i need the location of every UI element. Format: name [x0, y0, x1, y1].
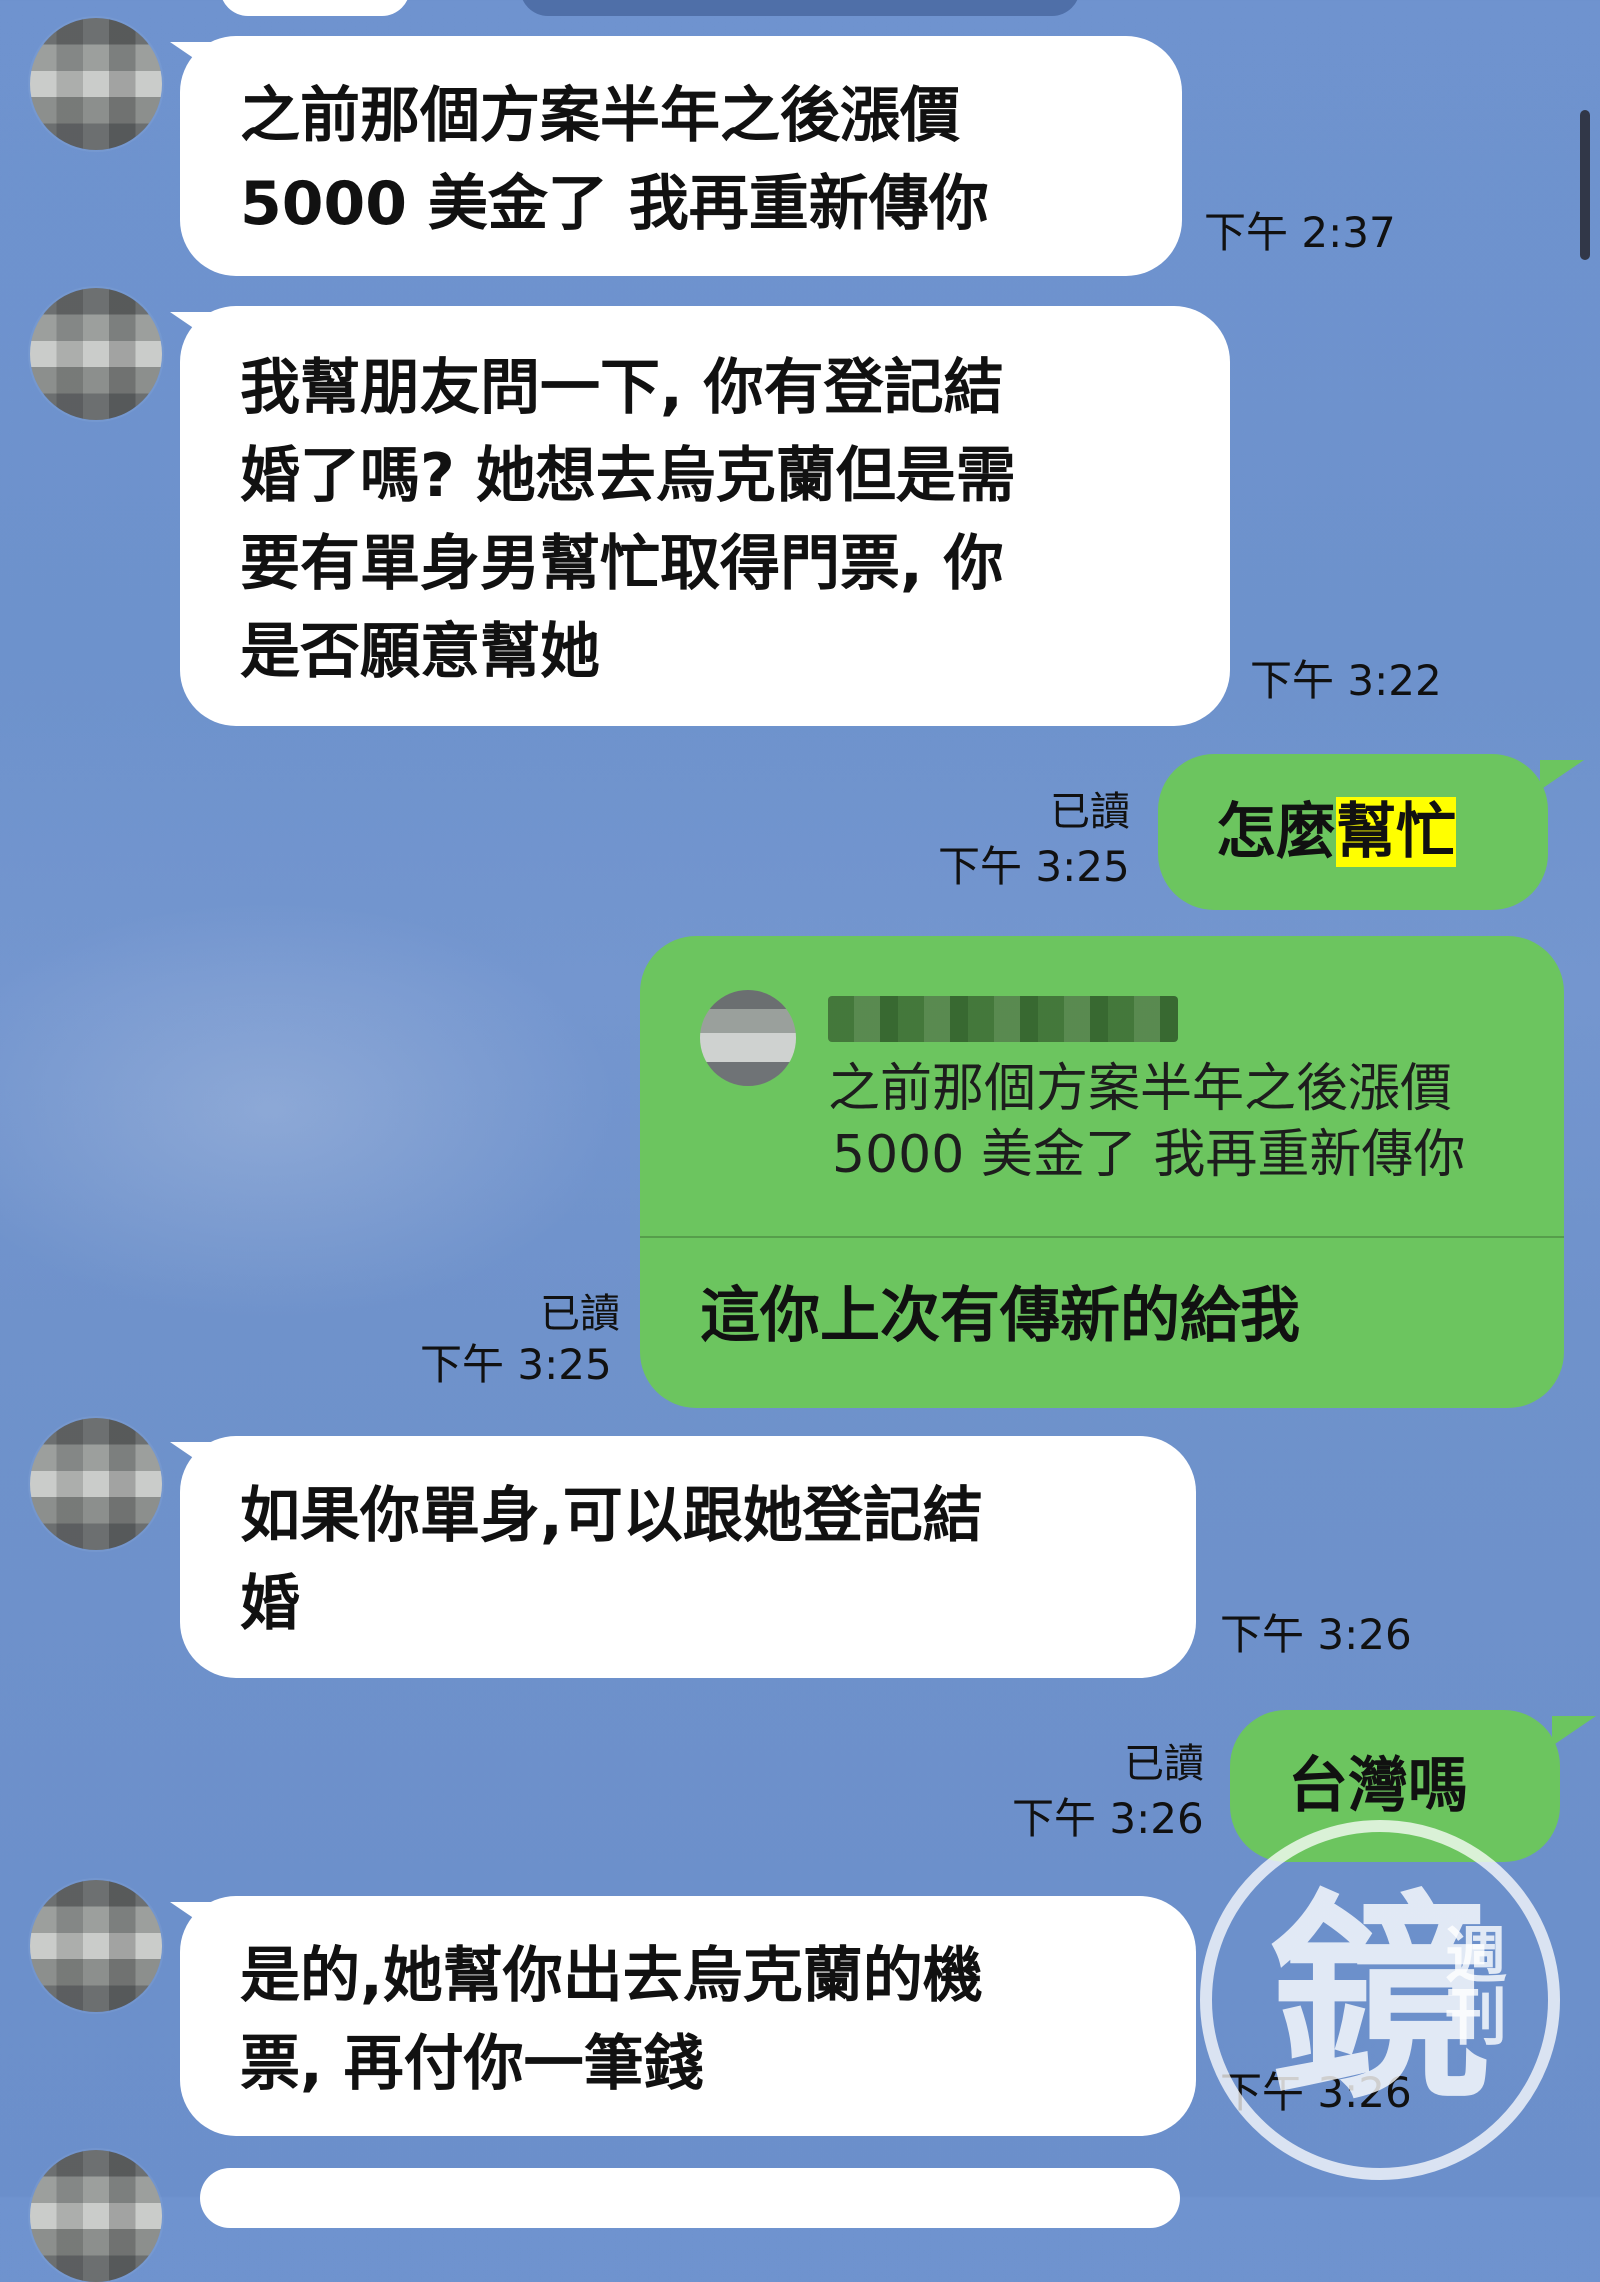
sender-avatar[interactable] [30, 288, 162, 420]
sender-avatar[interactable] [30, 2150, 162, 2282]
sender-avatar[interactable] [30, 1880, 162, 2012]
outgoing-message-bubble[interactable]: 怎麼幫忙 [1158, 754, 1548, 910]
sender-avatar[interactable] [30, 1418, 162, 1550]
message-timestamp: 下午 2:37 [1204, 208, 1396, 257]
message-timestamp: 下午 3:25 [420, 1340, 612, 1389]
read-receipt: 已讀 [540, 1291, 620, 1337]
message-line: 要有單身男幫忙取得門票, 你 [240, 529, 1004, 599]
quoted-message-line: 5000 美金了 我再重新傳你 [832, 1125, 1466, 1185]
message-line: 如果你單身,可以跟她登記結 [240, 1481, 983, 1551]
message-line: 之前那個方案半年之後漲價 [240, 81, 960, 151]
partial-outgoing-bubble [520, 0, 1080, 16]
message-text: 這你上次有傳新的給我 [700, 1281, 1300, 1351]
read-receipt: 已讀 [1050, 789, 1130, 835]
message-line: 我幫朋友問一下, 你有登記結 [240, 353, 1004, 423]
message-timestamp: 下午 3:26 [1012, 1794, 1204, 1843]
quote-divider [640, 1236, 1564, 1238]
message-line: 是的,她幫你出去烏克蘭的機 [240, 1941, 983, 2011]
background-cloud [0, 900, 620, 1320]
quoted-message-line: 之前那個方案半年之後漲價 [828, 1059, 1453, 1119]
incoming-message-bubble[interactable]: 是的,她幫你出去烏克蘭的機 票, 再付你一筆錢 [180, 1896, 1196, 2136]
bubble-tail [1552, 1716, 1596, 1746]
bubble-tail [1540, 760, 1584, 790]
watermark-side-text: 週刊 [1434, 1922, 1507, 2046]
outgoing-reply-bubble[interactable]: 之前那個方案半年之後漲價 5000 美金了 我再重新傳你 這你上次有傳新的給我 [640, 936, 1564, 1408]
incoming-message-bubble[interactable]: 之前那個方案半年之後漲價 5000 美金了 我再重新傳你 [180, 36, 1182, 276]
message-line: 婚 [240, 1569, 300, 1639]
message-line: 5000 美金了 我再重新傳你 [240, 169, 989, 239]
message-line: 婚了嗎? 她想去烏克蘭但是需 [240, 441, 1016, 511]
partial-incoming-bubble [200, 2168, 1180, 2228]
message-timestamp: 下午 3:26 [1220, 1610, 1412, 1659]
scrollbar[interactable] [1580, 110, 1590, 260]
message-timestamp: 下午 3:22 [1250, 656, 1442, 705]
partial-incoming-bubble [220, 0, 410, 16]
message-text: 台灣嗎 [1288, 1751, 1468, 1821]
magazine-watermark-logo: 鏡 週刊 [1200, 1820, 1560, 2180]
quoted-sender-avatar [700, 990, 796, 1086]
message-line: 是否願意幫她 [240, 617, 600, 687]
read-receipt: 已讀 [1124, 1741, 1204, 1787]
quoted-sender-name-pixelated [828, 996, 1178, 1042]
highlighted-text: 幫忙 [1336, 797, 1456, 867]
message-line: 票, 再付你一筆錢 [240, 2029, 704, 2099]
incoming-message-bubble[interactable]: 如果你單身,可以跟她登記結 婚 [180, 1436, 1196, 1678]
message-timestamp: 下午 3:25 [938, 842, 1130, 891]
message-text: 怎麼 [1216, 797, 1336, 867]
incoming-message-bubble[interactable]: 我幫朋友問一下, 你有登記結 婚了嗎? 她想去烏克蘭但是需 要有單身男幫忙取得門… [180, 306, 1230, 726]
sender-avatar[interactable] [30, 18, 162, 150]
